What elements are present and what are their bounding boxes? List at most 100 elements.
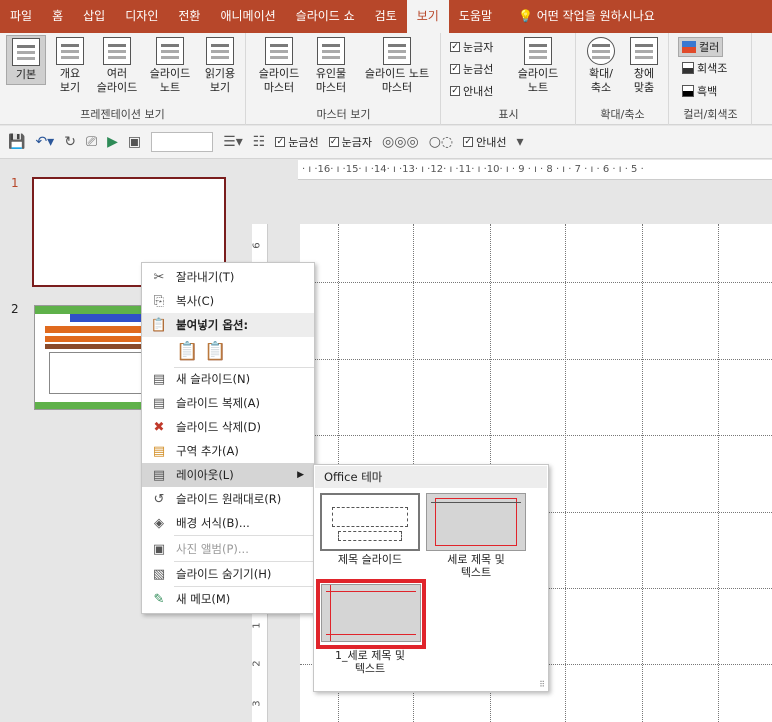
menu-item-layout[interactable]: ▤ 레이아웃(L) ▶ <box>142 463 314 487</box>
tab-view[interactable]: 보기 <box>406 0 449 33</box>
outline-view-button[interactable]: 개요 보기 <box>52 37 88 95</box>
hide-slide-icon: ▧ <box>152 566 166 582</box>
paste-options-row: 📋 📋 <box>142 337 314 365</box>
layout-vertical-title-text[interactable] <box>426 493 526 551</box>
tab-review[interactable]: 검토 <box>365 0 407 33</box>
reading-view-button[interactable]: 읽기용 보기 <box>198 37 242 95</box>
tab-insert[interactable]: 삽입 <box>73 0 115 33</box>
menu-item-add-section[interactable]: ▤ 구역 추가(A) <box>142 439 314 463</box>
handout-master-button[interactable]: 유인물 마스터 <box>307 37 355 95</box>
gridlines-checkbox[interactable]: ✓ 눈금선 <box>450 61 493 77</box>
menu-item-new-comment[interactable]: ✎ 새 메모(M) <box>142 587 314 611</box>
delete-slide-icon: ✖ <box>153 419 165 435</box>
menu-item-label: 붙여넣기 옵션: <box>176 318 249 332</box>
menu-item-new-slide[interactable]: ▤ 새 슬라이드(N) <box>142 367 314 391</box>
resize-grip-icon[interactable]: ⠿ <box>539 680 545 689</box>
color-label: 컬러 <box>699 41 720 54</box>
layout-name: 세로 제목 및 텍스트 <box>447 553 505 579</box>
menu-item-cut[interactable]: ✂ 잘라내기(T) <box>142 265 314 289</box>
guide-tick <box>431 502 521 503</box>
save-icon[interactable]: 💾 <box>8 134 25 150</box>
customize-qat-icon[interactable]: ▾ <box>517 134 524 150</box>
tell-me-search[interactable]: 💡 어떤 작업을 원하시나요 <box>508 0 665 33</box>
menu-item-copy[interactable]: ⎘ 복사(C) <box>142 289 314 313</box>
color-swatch-icon <box>682 41 696 53</box>
photo-album-icon: ▣ <box>152 541 166 557</box>
grayscale-icon <box>682 62 694 74</box>
group-label: 표시 <box>498 108 519 121</box>
grayscale-button[interactable]: 회색조 <box>682 60 727 76</box>
from-beginning-icon[interactable]: ⎚ <box>86 134 97 150</box>
tab-slideshow[interactable]: 슬라이드 쇼 <box>286 0 365 33</box>
black-white-button[interactable]: 흑백 <box>682 83 717 99</box>
group-label: 컬러/회색조 <box>683 108 738 121</box>
notes-page-label: 슬라이드 노트 <box>149 67 191 94</box>
layout-submenu: Office 테마 제목 슬라이드 세로 제목 및 텍스트 1_세로 제목 및 … <box>313 464 549 692</box>
notes-master-button[interactable]: 슬라이드 노트 마스터 <box>357 37 437 95</box>
tab-transitions[interactable]: 전환 <box>168 0 210 33</box>
color-button[interactable]: 컬러 <box>678 37 724 57</box>
guides-checkbox[interactable]: ✓ 안내선 <box>450 83 493 99</box>
menu-item-label: 슬라이드 원래대로(R) <box>176 492 282 506</box>
tab-animations[interactable]: 애니메이션 <box>210 0 285 33</box>
menu-item-hide-slide[interactable]: ▧ 슬라이드 숨기기(H) <box>142 562 314 586</box>
notes-page-button[interactable]: 슬라이드 노트 <box>144 37 196 95</box>
paste-picture-icon[interactable]: 📋 <box>204 341 226 362</box>
outline-view-icon <box>56 37 84 65</box>
qat-gridlines-checkbox[interactable]: ✓ 눈금선 <box>275 134 319 150</box>
font-select[interactable] <box>151 132 214 152</box>
layout-icon: ▤ <box>152 467 166 483</box>
checkmark-icon: ✓ <box>450 86 460 96</box>
slide-sorter-label: 여러 슬라이드 <box>96 67 138 94</box>
redo-icon[interactable]: ↻ <box>64 134 76 150</box>
menu-item-label: 배경 서식(B)... <box>176 516 250 530</box>
gridlines-label: 눈금선 <box>463 63 494 76</box>
qat-ruler-checkbox[interactable]: ✓ 눈금자 <box>328 134 372 150</box>
tab-design[interactable]: 디자인 <box>115 0 168 33</box>
tab-help[interactable]: 도움말 <box>449 0 502 33</box>
tab-home[interactable]: 홈 <box>42 0 73 33</box>
ruler-tick-label: 1 <box>251 622 263 629</box>
layout-name: 1_세로 제목 및 텍스트 <box>334 649 406 675</box>
notes-button[interactable]: 슬라이드 노트 <box>512 37 564 95</box>
checkmark-icon: ✓ <box>328 137 339 147</box>
layout-title-slide[interactable] <box>320 493 420 551</box>
undo-icon[interactable]: ↶▾ <box>35 134 54 150</box>
numbering-icon[interactable]: ☷ <box>253 134 266 150</box>
zoom-button[interactable]: 확대/ 축소 <box>581 37 621 95</box>
tell-me-text: 어떤 작업을 원하시나요 <box>536 9 655 23</box>
play-icon[interactable]: ▶ <box>107 134 118 150</box>
shape-icon[interactable]: ◎◎◎ <box>382 134 419 150</box>
normal-view-button[interactable]: 기본 <box>6 35 46 85</box>
fit-to-window-button[interactable]: 창에 맞춤 <box>623 37 665 95</box>
layout-1-vertical-title-text[interactable] <box>321 584 421 642</box>
menu-separator <box>174 535 314 536</box>
slide-master-button[interactable]: 슬라이드 마스터 <box>253 37 305 95</box>
paste-destination-icon[interactable]: 📋 <box>176 341 198 362</box>
qat-gridlines-label: 눈금선 <box>288 136 319 149</box>
office-theme-header: Office 테마 <box>315 466 547 488</box>
slide-master-icon <box>265 37 293 65</box>
menu-item-duplicate-slide[interactable]: ▤ 슬라이드 복제(A) <box>142 391 314 415</box>
oval-icon[interactable]: ○◌ <box>429 134 453 150</box>
notes-master-label: 슬라이드 노트 마스터 <box>364 67 430 94</box>
gridline <box>642 224 643 722</box>
quick-access-toolbar: 💾 ↶▾ ↻ ⎚ ▶ ▣ ☰▾ ☷ ✓ 눈금선 ✓ 눈금자 ◎◎◎ ○◌ ✓ 안내선 … <box>0 126 772 159</box>
ruler-checkbox[interactable]: ✓ 눈금자 <box>450 39 493 55</box>
menu-item-reset-slide[interactable]: ↺ 슬라이드 원래대로(R) <box>142 487 314 511</box>
tab-file[interactable]: 파일 <box>0 0 42 33</box>
format-background-icon: ◈ <box>154 515 164 531</box>
slide-sorter-button[interactable]: 여러 슬라이드 <box>92 37 142 95</box>
bullets-icon[interactable]: ☰▾ <box>223 134 243 150</box>
notes-master-icon <box>383 37 411 65</box>
picture-icon[interactable]: ▣ <box>128 134 141 150</box>
group-show: ✓ 눈금자 ✓ 눈금선 ✓ 안내선 슬라이드 노트 표시 <box>442 33 576 125</box>
scissors-icon: ✂ <box>153 269 165 285</box>
fit-window-label: 창에 맞춤 <box>633 67 655 94</box>
menu-item-delete-slide[interactable]: ✖ 슬라이드 삭제(D) <box>142 415 314 439</box>
duplicate-slide-icon: ▤ <box>152 395 166 411</box>
qat-guides-checkbox[interactable]: ✓ 안내선 <box>463 134 507 150</box>
notes-page-icon <box>156 37 184 65</box>
menu-item-format-background[interactable]: ◈ 배경 서식(B)... <box>142 511 314 535</box>
reading-view-icon <box>206 37 234 65</box>
